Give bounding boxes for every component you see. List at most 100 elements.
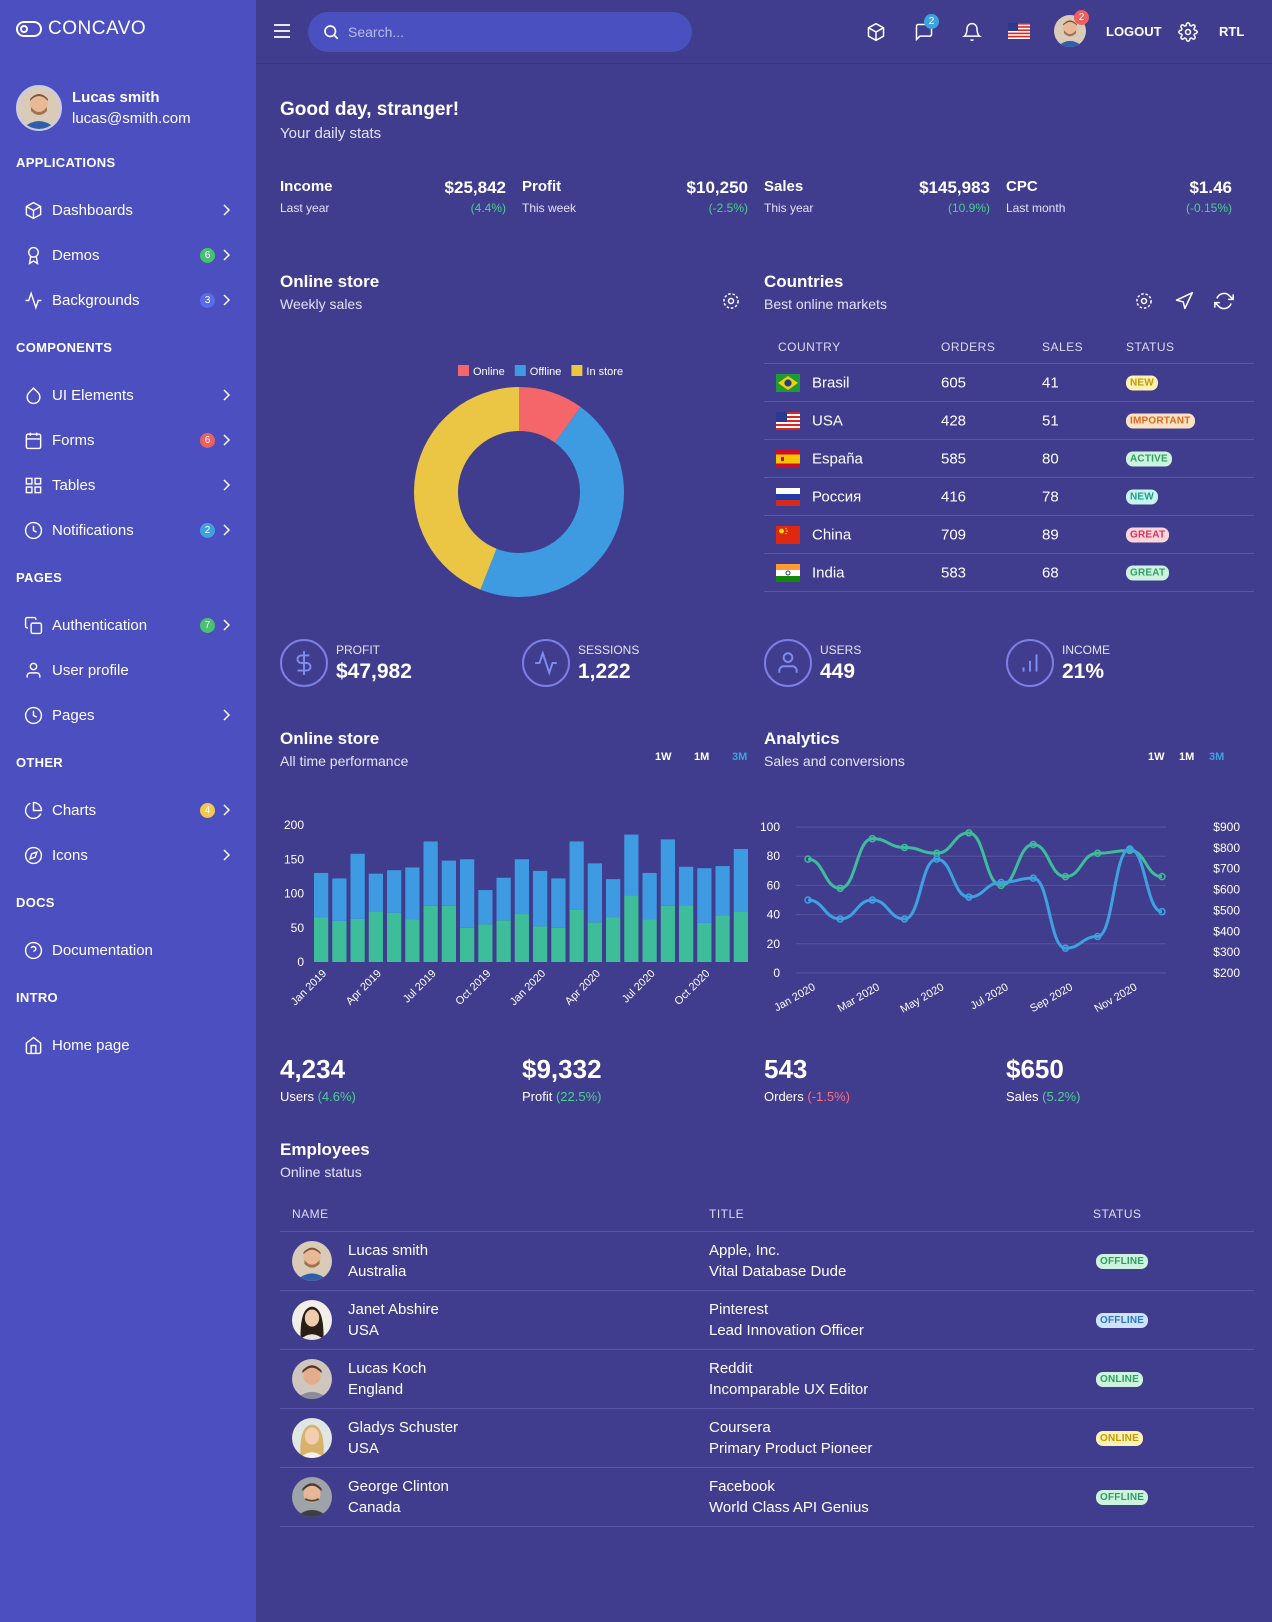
bar-segment (514, 859, 529, 915)
brand-logo[interactable]: CONCAVO (16, 18, 146, 40)
section-applications: APPLICATIONS (16, 155, 116, 170)
sidebar-item-label: Authentication (52, 617, 148, 634)
kpi-label: PROFIT (336, 642, 380, 657)
gear-icon[interactable] (721, 291, 741, 311)
summary-label: Sales (1006, 1089, 1039, 1104)
stat-value: $25,842 (444, 178, 506, 197)
sidebar-item-authentication[interactable]: Authentication 7 (0, 603, 256, 648)
sidebar-item-user-profile[interactable]: User profile (0, 648, 256, 693)
stat-period: This week (522, 201, 577, 215)
table-row[interactable]: Brasil 605 41 NEW (764, 364, 1254, 402)
table-row[interactable]: China 709 89 GREAT (764, 516, 1254, 554)
bar-segment (569, 841, 584, 910)
orders-value: 416 (941, 488, 967, 505)
y2-tick-label: $300 (1213, 945, 1240, 959)
sidebar-item-dashboards[interactable]: Dashboards (0, 188, 256, 233)
table-row[interactable]: USA 428 51 IMPORTANT (764, 402, 1254, 440)
donut-chart: Online Offline In store (414, 365, 624, 597)
table-row[interactable]: Россия 416 78 NEW (764, 478, 1254, 516)
menu-icon[interactable] (273, 23, 291, 39)
table-row[interactable]: España 585 80 ACTIVE (764, 440, 1254, 478)
logout-button[interactable]: LOGOUT (1106, 24, 1162, 39)
badge: 4 (200, 803, 215, 818)
badge: 2 (200, 523, 215, 538)
range-3m[interactable]: 3M (1209, 751, 1224, 763)
gear-icon[interactable] (1134, 291, 1154, 311)
range-3m[interactable]: 3M (732, 751, 747, 763)
table-row[interactable]: Lucas Koch England Reddit Incomparable UX … (280, 1350, 1254, 1409)
table-row[interactable]: India 583 68 GREAT (764, 554, 1254, 592)
stat-value: $10,250 (686, 178, 748, 197)
stat-value: $145,983 (919, 178, 990, 197)
us-flag-icon[interactable] (1008, 23, 1030, 39)
sidebar-item-ui-elements[interactable]: UI Elements (0, 373, 256, 418)
bar-segment (642, 919, 657, 962)
bar-segment (569, 909, 584, 962)
sidebar-item-notifications[interactable]: Notifications 2 (0, 508, 256, 553)
search-bar[interactable] (308, 12, 692, 52)
employees-title: Employees (280, 1140, 370, 1159)
sidebar-item-documentation[interactable]: Documentation (0, 928, 256, 973)
sales-value: 80 (1042, 450, 1059, 467)
home-icon (25, 1036, 42, 1055)
employee-company: Apple, Inc. (709, 1242, 780, 1259)
rtl-toggle[interactable]: RTL (1219, 24, 1244, 39)
online-store-subtitle: Weekly sales (280, 296, 363, 312)
greeting-subtitle: Your daily stats (280, 125, 382, 142)
table-row[interactable]: Lucas smith Australia Apple, Inc. Vital Da… (280, 1232, 1254, 1291)
country-name: Brasil (812, 374, 850, 391)
x-tick-label: Apr 2020 (563, 968, 603, 1008)
y-tick-label: 60 (767, 878, 781, 892)
x-tick-label: Jul 2020 (969, 981, 1011, 1012)
status-badge: OFFLINE (1096, 1313, 1149, 1328)
chevron-right-icon (223, 294, 230, 306)
bar-segment (660, 839, 675, 906)
sidebar-item-charts[interactable]: Charts 4 (0, 788, 256, 833)
y2-tick-label: $500 (1213, 903, 1240, 917)
sidebar-item-label: Home page (52, 1037, 130, 1054)
summary-orders: 543 Orders (-1.5%) (764, 1054, 850, 1104)
bar-segment (551, 878, 566, 928)
sidebar-item-backgrounds[interactable]: Backgrounds 3 (0, 278, 256, 323)
y-tick-label: 100 (284, 887, 304, 901)
range-1m[interactable]: 1M (694, 751, 709, 763)
bar-segment (514, 914, 529, 962)
activity-icon (25, 291, 42, 310)
sidebar-item-demos[interactable]: Demos 6 (0, 233, 256, 278)
col-status: STATUS (1093, 1206, 1142, 1221)
status-badge: OFFLINE (1096, 1254, 1149, 1269)
bar-segment (441, 860, 456, 906)
table-row[interactable]: Janet Abshire USA Pinterest Lead Innovatio… (280, 1291, 1254, 1350)
legend-swatch (571, 365, 583, 376)
table-row[interactable]: Gladys Schuster USA Coursera Primary Produ… (280, 1409, 1254, 1468)
x-tick-label: Jul 2019 (401, 968, 439, 1006)
refresh-icon[interactable] (1214, 291, 1234, 311)
employee-role: Primary Product Pioneer (709, 1440, 873, 1457)
cube-icon[interactable] (866, 22, 886, 42)
brand-name: CONCAVO (48, 18, 147, 39)
sidebar-item-icons[interactable]: Icons (0, 833, 256, 878)
bell-icon[interactable] (962, 22, 982, 42)
bar-segment (460, 927, 475, 962)
sidebar-item-home-page[interactable]: Home page (0, 1023, 256, 1068)
range-1w[interactable]: 1W (1148, 751, 1165, 763)
sidebar-item-pages[interactable]: Pages (0, 693, 256, 738)
chevron-right-icon (223, 804, 230, 816)
stat-period: Last year (280, 201, 330, 215)
range-1m[interactable]: 1M (1179, 751, 1194, 763)
summary-change: (22.5%) (555, 1089, 602, 1104)
navigation-icon[interactable] (1174, 291, 1194, 311)
user-profile[interactable]: Lucas smith lucas@smith.com (16, 85, 191, 131)
sidebar-item-tables[interactable]: Tables (0, 463, 256, 508)
gear-icon[interactable] (1178, 22, 1198, 42)
legend-label: In store (586, 366, 623, 378)
y2-tick-label: $400 (1213, 924, 1240, 938)
series-line (807, 831, 1163, 890)
bar-segment (368, 873, 383, 912)
sidebar-item-label: Dashboards (52, 202, 133, 219)
sidebar-item-forms[interactable]: Forms 6 (0, 418, 256, 463)
table-row[interactable]: George Clinton Canada Facebook World Class… (280, 1468, 1254, 1527)
search-input[interactable] (348, 24, 668, 40)
range-1w[interactable]: 1W (655, 751, 672, 763)
bar-segment (679, 866, 694, 906)
